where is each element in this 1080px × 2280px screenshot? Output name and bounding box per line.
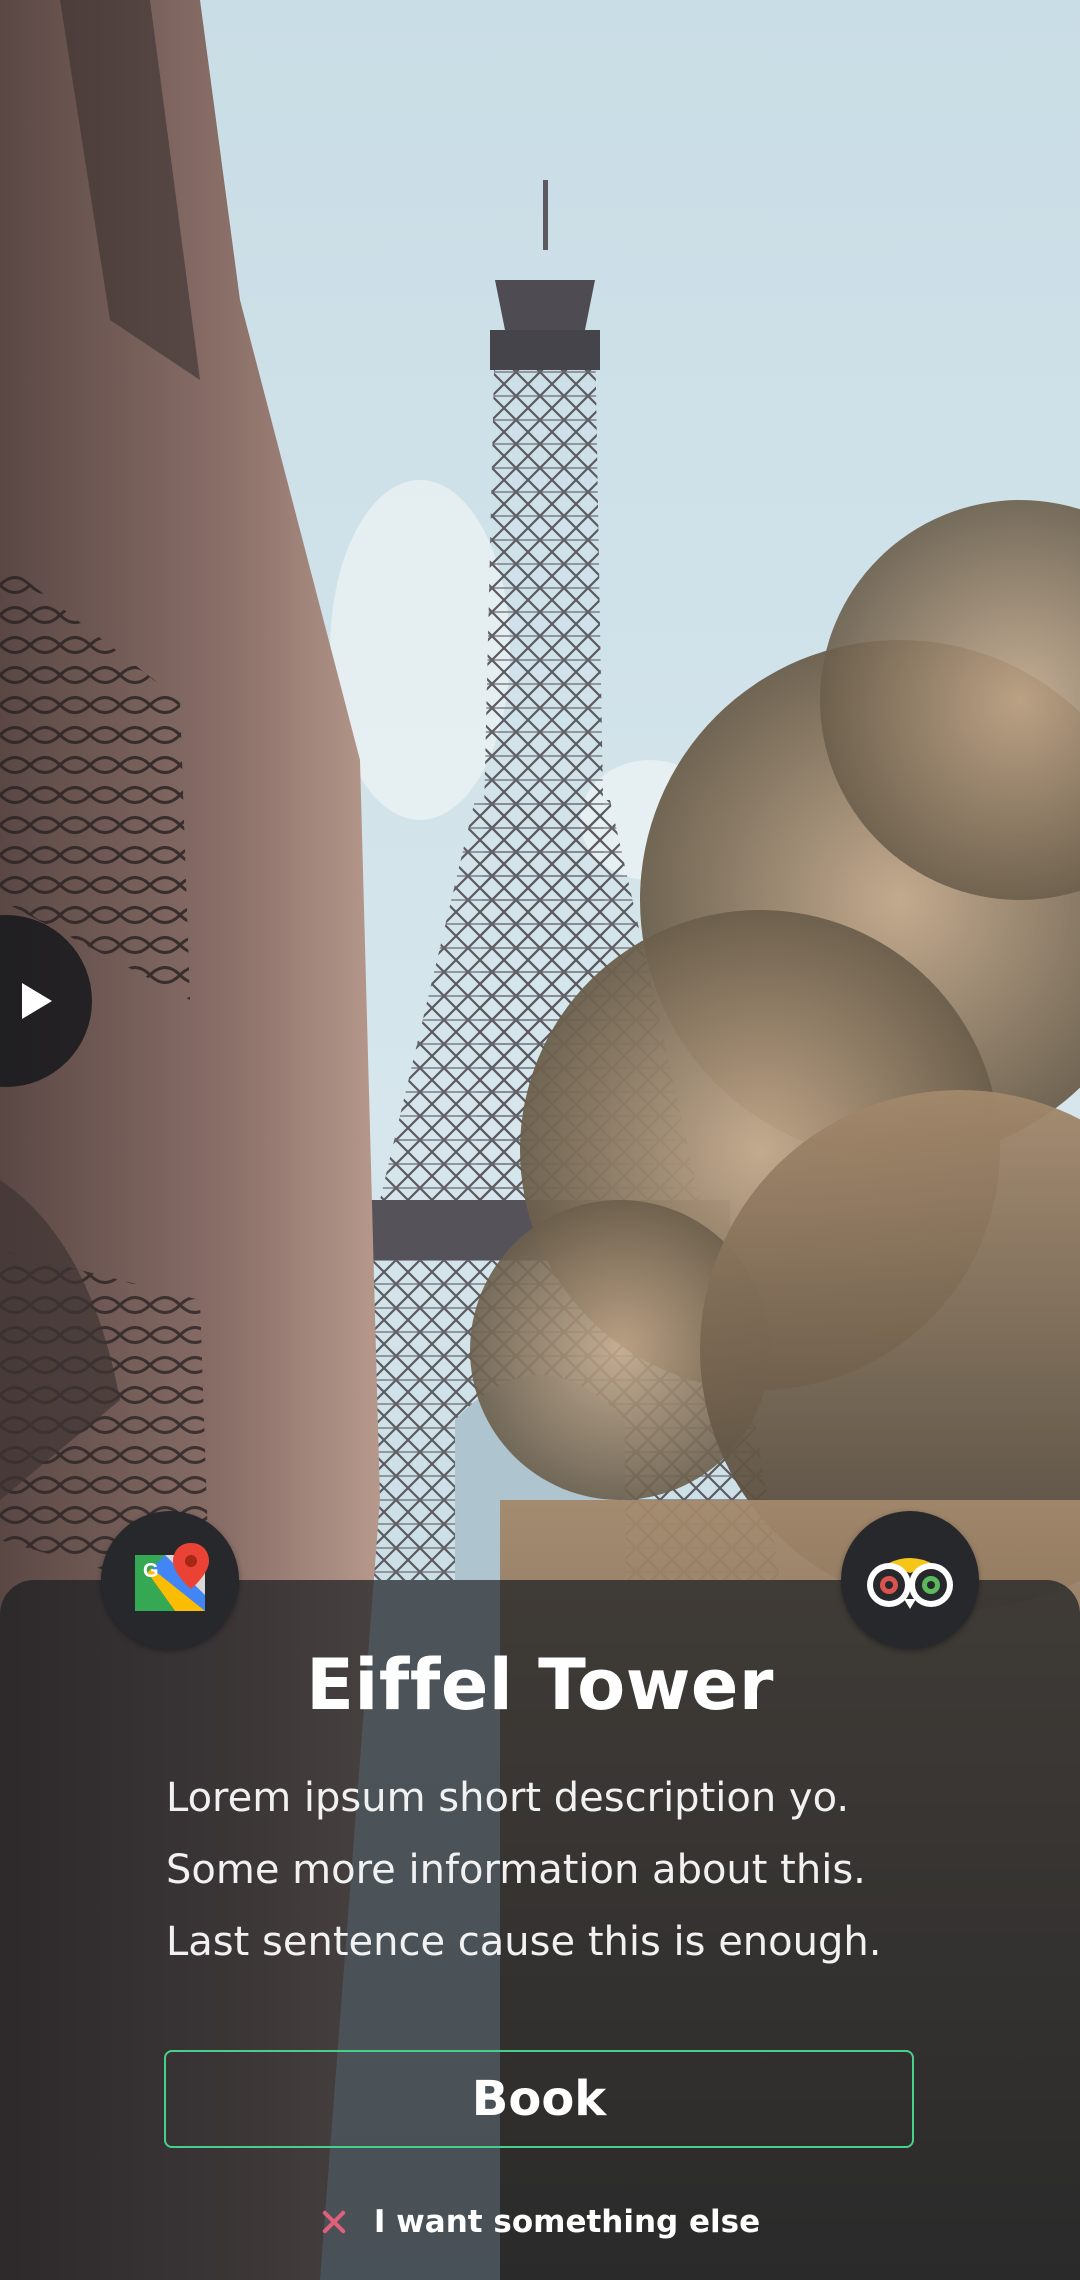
google-maps-icon: G [135,1543,209,1611]
place-title: Eiffel Tower [306,1644,774,1726]
something-else-link[interactable]: I want something else [0,2196,1080,2248]
play-icon [22,983,52,1019]
google-maps-button[interactable]: G [101,1511,239,1649]
book-button[interactable]: Book [164,2050,914,2148]
place-description: Lorem ipsum short description yo. Some m… [166,1762,926,1978]
tripadvisor-owl-icon [867,1558,953,1609]
description-line: Lorem ipsum short description yo. [166,1775,850,1821]
tripadvisor-button[interactable] [841,1511,979,1649]
screen: G Eiffel Tower Lorem ipsum short descrip… [0,0,1080,2280]
description-line: Last sentence cause this is enough. [166,1919,882,1965]
svg-text:G: G [143,1560,159,1582]
something-else-label: I want something else [373,2204,761,2240]
close-icon [320,2209,346,2235]
description-line: Some more information about this. [166,1847,866,1893]
